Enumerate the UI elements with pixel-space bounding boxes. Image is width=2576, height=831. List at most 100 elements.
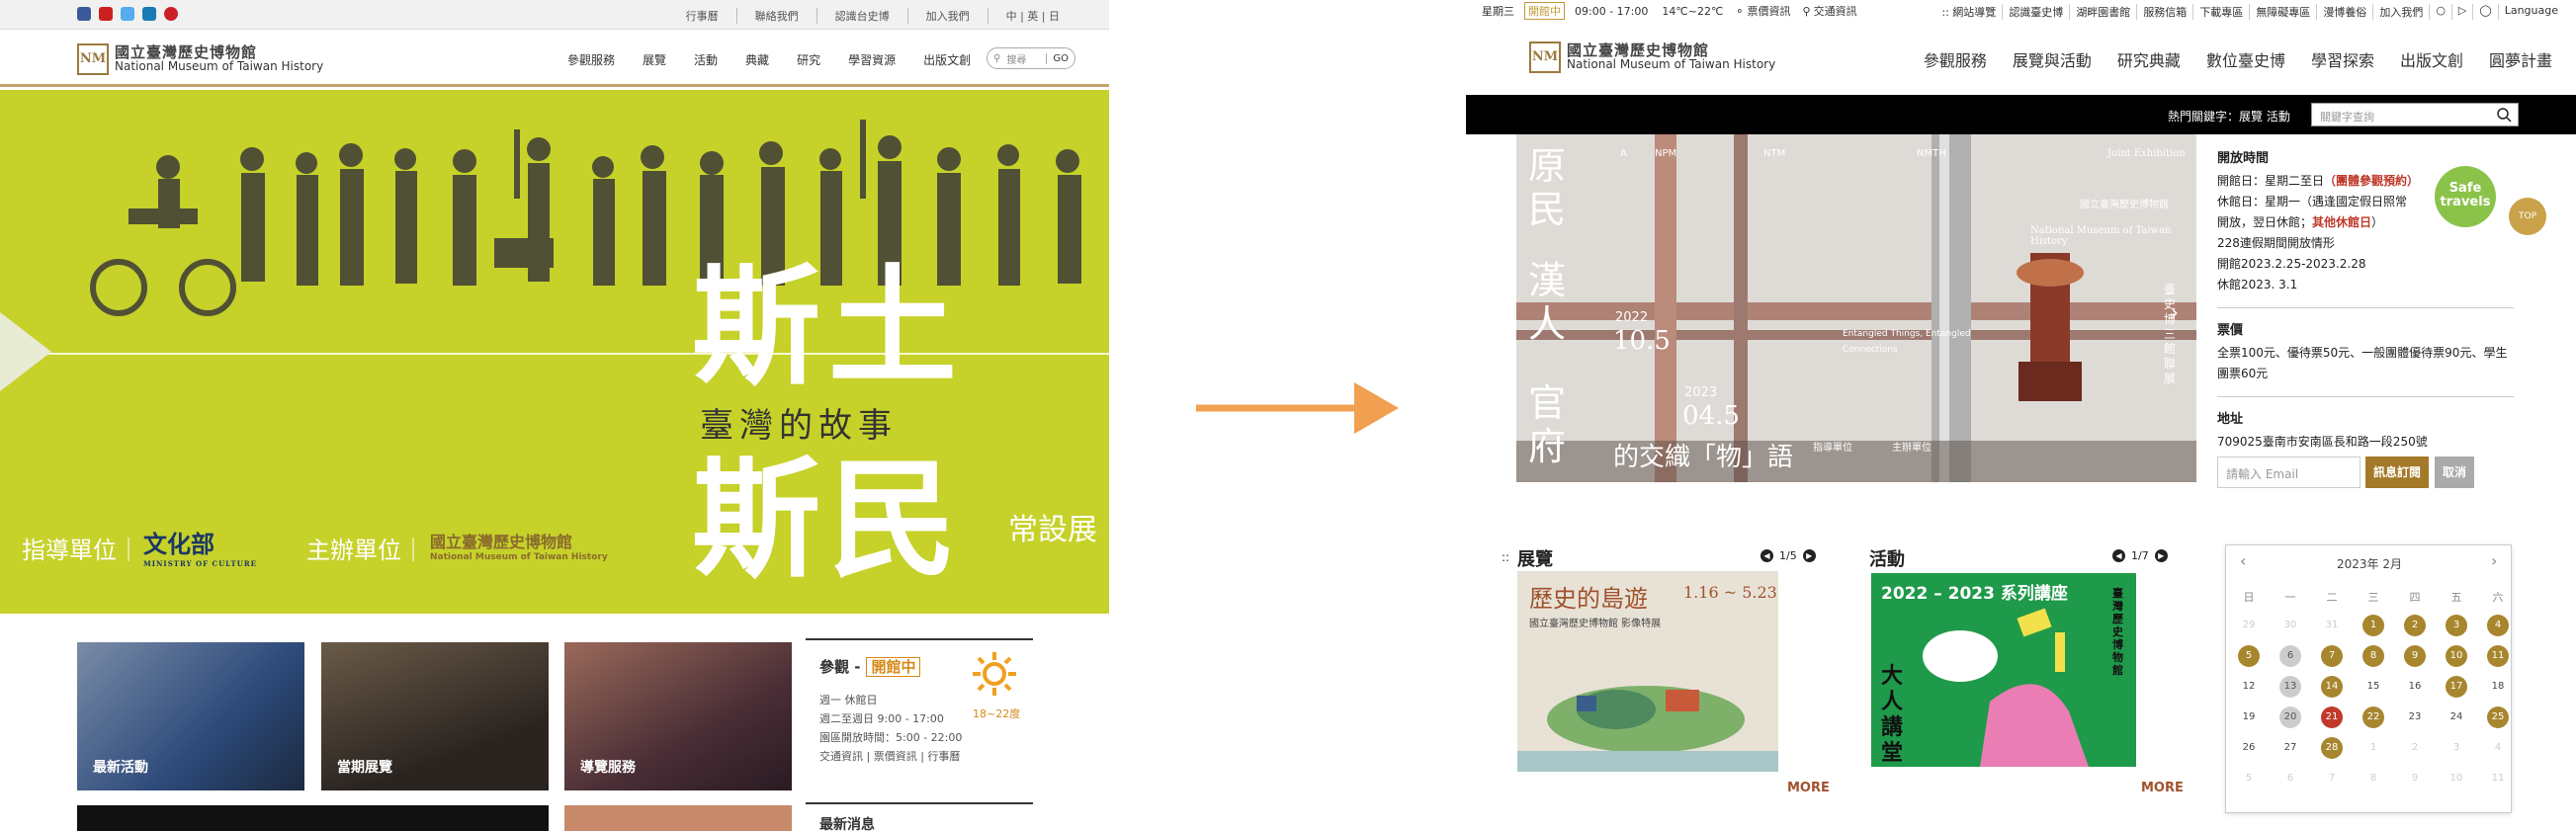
calendar-day-cell[interactable]: 16: [2394, 676, 2436, 698]
calendar-day[interactable]: 24: [2446, 706, 2467, 728]
calendar-day[interactable]: 2: [2404, 615, 2426, 636]
calendar-day-cell[interactable]: 4: [2477, 737, 2519, 759]
old-tile-partial[interactable]: [77, 805, 549, 831]
calendar-day-cell[interactable]: 5: [2228, 768, 2270, 789]
calendar-day[interactable]: 2: [2404, 737, 2426, 759]
calendar-day-cell[interactable]: 9: [2394, 645, 2436, 667]
group-booking-link[interactable]: （團體參觀預約）: [2324, 174, 2419, 188]
old-link-about[interactable]: 認識台史博: [817, 8, 908, 24]
link-mailbox[interactable]: 服務信箱: [2137, 4, 2194, 20]
old-nav-publications[interactable]: 出版文創: [909, 51, 985, 68]
calendar-day[interactable]: 16: [2404, 676, 2426, 698]
calendar-day-cell[interactable]: 15: [2353, 676, 2394, 698]
language-selector[interactable]: Language: [2499, 4, 2564, 20]
calendar-day-cell[interactable]: 17: [2436, 676, 2477, 698]
calendar-day[interactable]: 17: [2446, 676, 2467, 698]
calendar-day[interactable]: 3: [2446, 615, 2467, 636]
calendar-day-cell[interactable]: 8: [2353, 768, 2394, 789]
link-downloads[interactable]: 下載專區: [2193, 4, 2251, 20]
old-nav-collections[interactable]: 典藏: [731, 51, 783, 68]
calendar-day-cell[interactable]: 1: [2353, 615, 2394, 636]
nav-exhibitions-events[interactable]: 展覽與活動: [2013, 47, 2092, 71]
calendar-day[interactable]: 29: [2238, 615, 2260, 636]
old-nav-visit[interactable]: 參觀服務: [554, 51, 629, 68]
calendar-day-cell[interactable]: 26: [2228, 737, 2270, 759]
calendar-day[interactable]: 26: [2238, 737, 2260, 759]
calendar-day-cell[interactable]: 11: [2477, 645, 2519, 667]
exhibition-poster[interactable]: 歷史的島遊 1.16 ~ 5.23 國立臺灣歷史博物館 影像特展: [1517, 571, 1778, 772]
calendar-day-cell[interactable]: 3: [2436, 737, 2477, 759]
calendar-day[interactable]: 10: [2446, 645, 2467, 667]
calendar-day[interactable]: 8: [2362, 768, 2384, 789]
calendar-day[interactable]: 7: [2321, 645, 2343, 667]
old-hero-banner[interactable]: 斯土 臺灣的故事 斯民 常設展 指導單位｜ 文化部 MINISTRY OF CU…: [0, 90, 1109, 614]
calendar-day[interactable]: 21: [2321, 706, 2343, 728]
calendar-day[interactable]: 1: [2362, 615, 2384, 636]
calendar-day-cell[interactable]: 21: [2311, 706, 2353, 728]
prev-arrow-icon[interactable]: ◀: [2112, 549, 2125, 562]
calendar-day-cell[interactable]: 6: [2270, 645, 2311, 667]
link-library[interactable]: 湖畔園書館: [2070, 4, 2138, 20]
visit-line-links[interactable]: 交通資訊 | 票價資訊 | 行事曆: [819, 750, 960, 763]
facebook-icon[interactable]: ○: [2430, 4, 2452, 20]
nav-publications[interactable]: 出版文創: [2400, 47, 2463, 71]
other-closed-link[interactable]: 其他休館日: [2312, 215, 2371, 229]
link-join[interactable]: 加入我們: [2373, 4, 2431, 20]
calendar-day-cell[interactable]: 29: [2228, 615, 2270, 636]
twitter-icon[interactable]: [121, 7, 134, 21]
activity-poster[interactable]: 2022 – 2023 系列講座 大人講堂 臺灣歷史博物館: [1871, 573, 2136, 767]
nav-dream-plan[interactable]: 圓夢計畫: [2489, 47, 2552, 71]
facebook-icon[interactable]: [77, 7, 91, 21]
calendar-day[interactable]: 31: [2321, 615, 2343, 636]
subscribe-button[interactable]: 訊息訂閱: [2365, 457, 2429, 488]
calendar-day-cell[interactable]: 31: [2311, 615, 2353, 636]
calendar-day-cell[interactable]: 3: [2436, 615, 2477, 636]
old-link-calendar[interactable]: 行事曆: [668, 8, 737, 24]
calendar-day-cell[interactable]: 5: [2228, 645, 2270, 667]
old-language-switch[interactable]: 中 | 英 | 日: [988, 8, 1077, 24]
link-about[interactable]: 認識臺史博: [2003, 4, 2071, 20]
calendar-day[interactable]: 3: [2446, 737, 2467, 759]
old-tile-current-exhibition[interactable]: 當期展覽: [321, 642, 549, 790]
calendar-day[interactable]: 28: [2321, 737, 2343, 759]
calendar-day-cell[interactable]: 19: [2228, 706, 2270, 728]
calendar-day[interactable]: 4: [2487, 615, 2509, 636]
old-search-go-button[interactable]: GO: [1046, 52, 1074, 64]
calendar-day[interactable]: 6: [2279, 768, 2301, 789]
calendar-day[interactable]: 5: [2238, 768, 2260, 789]
calendar-day-cell[interactable]: 23: [2394, 706, 2436, 728]
vimeo-icon[interactable]: [142, 7, 156, 21]
calendar-day-cell[interactable]: 30: [2270, 615, 2311, 636]
activities-more-link[interactable]: MORE: [2141, 781, 2184, 795]
email-subscribe-input[interactable]: 請輸入 Email: [2217, 457, 2361, 488]
search-icon[interactable]: [2496, 107, 2512, 123]
calendar-day[interactable]: 18: [2487, 676, 2509, 698]
calendar-day[interactable]: 13: [2279, 676, 2301, 698]
calendar-day[interactable]: 27: [2279, 737, 2301, 759]
nav-digital[interactable]: 數位臺史博: [2206, 47, 2285, 71]
calendar-day-cell[interactable]: 1: [2353, 737, 2394, 759]
calendar-day-cell[interactable]: 14: [2311, 676, 2353, 698]
hot-keywords[interactable]: 熱門關鍵字：展覽 活動: [2168, 108, 2290, 125]
topbar-traffic-link[interactable]: 交通資訊: [1814, 3, 1857, 19]
slider-prev-arrow-icon[interactable]: [0, 312, 51, 391]
calendar-day-cell[interactable]: 10: [2436, 768, 2477, 789]
calendar-day-cell[interactable]: 27: [2270, 737, 2311, 759]
calendar-day-cell[interactable]: 12: [2228, 676, 2270, 698]
calendar-day[interactable]: 11: [2487, 768, 2509, 789]
calendar-day[interactable]: 8: [2362, 645, 2384, 667]
calendar-day[interactable]: 14: [2321, 676, 2343, 698]
calendar-day[interactable]: 9: [2404, 645, 2426, 667]
calendar-day-cell[interactable]: 22: [2353, 706, 2394, 728]
calendar-day[interactable]: 4: [2487, 737, 2509, 759]
link-sitemap[interactable]: :: 網站導覽: [1935, 4, 2004, 20]
calendar-day-cell[interactable]: 28: [2311, 737, 2353, 759]
calendar-day[interactable]: 12: [2238, 676, 2260, 698]
calendar-day-cell[interactable]: 2: [2394, 737, 2436, 759]
nav-learning[interactable]: 學習探索: [2311, 47, 2374, 71]
calendar-day-cell[interactable]: 13: [2270, 676, 2311, 698]
calendar-day[interactable]: 25: [2487, 706, 2509, 728]
calendar-day[interactable]: 22: [2362, 706, 2384, 728]
calendar-day[interactable]: 20: [2279, 706, 2301, 728]
calendar-day[interactable]: 9: [2404, 768, 2426, 789]
